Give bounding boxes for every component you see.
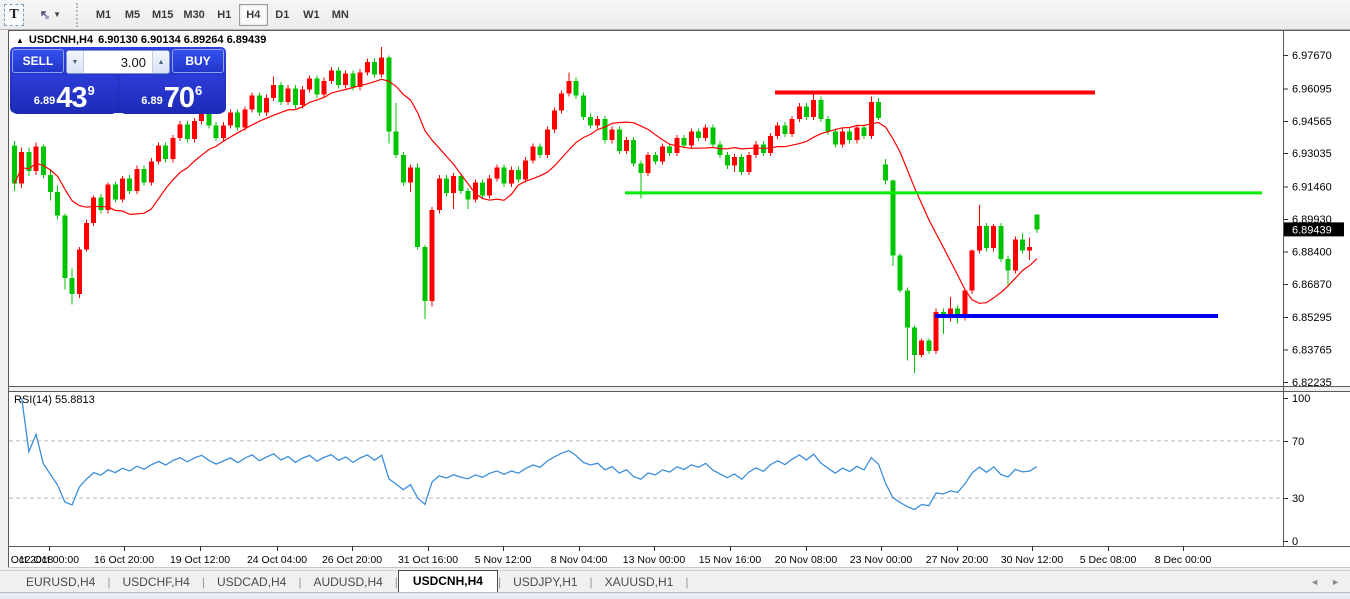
svg-text:0: 0 (1292, 536, 1298, 548)
timeframe-button-m30[interactable]: M30 (178, 4, 209, 26)
timeframe-button-h4[interactable]: H4 (239, 4, 268, 26)
bid-price-button[interactable]: 6.89 43 9 (12, 75, 117, 114)
svg-text:31 Oct 16:00: 31 Oct 16:00 (398, 554, 458, 566)
svg-text:20 Nov 08:00: 20 Nov 08:00 (775, 554, 838, 566)
chart-tab-usdcad-h4[interactable]: USDCAD,H4 (205, 572, 298, 593)
svg-text:27 Nov 20:00: 27 Nov 20:00 (926, 554, 989, 566)
text-tool-button[interactable]: T (4, 4, 24, 26)
arrows-icon (39, 7, 51, 23)
rsi-label: RSI(14) 55.8813 (14, 394, 95, 406)
chart-tab-xauusd-h1[interactable]: XAUUSD,H1 (593, 572, 686, 593)
svg-text:6.86870: 6.86870 (1292, 279, 1332, 291)
svg-text:23 Nov 00:00: 23 Nov 00:00 (850, 554, 913, 566)
svg-text:6.89439: 6.89439 (1292, 224, 1332, 236)
chart-tab-usdcnh-h4[interactable]: USDCNH,H4 (398, 570, 498, 593)
chart-tab-audusd-h4[interactable]: AUDUSD,H4 (301, 572, 394, 593)
symbol-name: USDCNH,H4 (29, 34, 93, 46)
svg-text:6.82235: 6.82235 (1292, 377, 1332, 389)
timeframe-button-m15[interactable]: M15 (147, 4, 178, 26)
svg-text:6.91460: 6.91460 (1292, 182, 1332, 194)
svg-text:13 Nov 00:00: 13 Nov 00:00 (623, 554, 686, 566)
timeframe-button-d1[interactable]: D1 (268, 4, 297, 26)
svg-text:24 Oct 04:00: 24 Oct 04:00 (247, 554, 307, 566)
sell-button[interactable]: SELL (12, 49, 64, 73)
chart-tab-usdchf-h4[interactable]: USDCHF,H4 (110, 572, 201, 593)
svg-text:8 Nov 04:00: 8 Nov 04:00 (551, 554, 608, 566)
caret-down-icon: ▼ (53, 10, 61, 19)
chart-tab-eurusd-h4[interactable]: EURUSD,H4 (14, 572, 107, 593)
timeframe-button-w1[interactable]: W1 (297, 4, 326, 26)
toolbar-grip[interactable] (76, 3, 83, 27)
svg-text:5 Dec 08:00: 5 Dec 08:00 (1080, 554, 1137, 566)
svg-text:6.88400: 6.88400 (1292, 246, 1332, 258)
svg-text:6.96095: 6.96095 (1292, 83, 1332, 95)
timeframe-button-m5[interactable]: M5 (118, 4, 147, 26)
volume-increase-button[interactable]: ▲ (152, 51, 169, 73)
collapse-triangle-icon[interactable]: ▲ (16, 36, 24, 45)
volume-decrease-button[interactable]: ▼ (67, 51, 84, 73)
svg-text:6.93035: 6.93035 (1292, 148, 1332, 160)
svg-text:16 Oct 20:00: 16 Oct 20:00 (94, 554, 154, 566)
volume-input[interactable] (84, 55, 152, 70)
ask-price-small: 6.89 (141, 95, 162, 107)
svg-text:100: 100 (1292, 393, 1310, 405)
tab-separator: | (685, 575, 688, 593)
bid-price-small: 6.89 (34, 95, 55, 107)
volume-spinner: ▼ ▲ (66, 50, 170, 74)
ask-price-button[interactable]: 6.89 70 6 (120, 75, 225, 114)
svg-text:70: 70 (1292, 436, 1304, 448)
svg-text:6.94565: 6.94565 (1292, 116, 1332, 128)
tab-scroll-right-icon[interactable]: ► (1331, 577, 1340, 587)
svg-text:12 Oct 00:00: 12 Oct 00:00 (19, 554, 79, 566)
bid-price-sup: 9 (87, 83, 94, 98)
chart-tab-usdjpy-h1[interactable]: USDJPY,H1 (501, 572, 589, 593)
svg-text:30 Nov 12:00: 30 Nov 12:00 (1001, 554, 1064, 566)
one-click-trading-panel: SELL ▼ ▲ BUY 6.89 43 9 6.89 70 6 (10, 47, 226, 113)
svg-text:19 Oct 12:00: 19 Oct 12:00 (170, 554, 230, 566)
timeframe-button-mn[interactable]: MN (326, 4, 355, 26)
symbol-ohlc: 6.90130 6.90134 6.89264 6.89439 (98, 34, 266, 46)
ask-price-sup: 6 (195, 83, 202, 98)
svg-text:6.85295: 6.85295 (1292, 312, 1332, 324)
timeframe-button-m1[interactable]: M1 (89, 4, 118, 26)
arrows-tool-button[interactable]: ▼ (32, 4, 68, 26)
toolbar: T ▼ M1M5M15M30H1H4D1W1MN (0, 0, 1350, 30)
symbol-header: ▲ USDCNH,H4 6.90130 6.90134 6.89264 6.89… (16, 34, 266, 46)
svg-text:6.97670: 6.97670 (1292, 50, 1332, 62)
buy-button[interactable]: BUY (172, 49, 224, 73)
svg-text:5 Nov 12:00: 5 Nov 12:00 (475, 554, 532, 566)
svg-text:8 Dec 00:00: 8 Dec 00:00 (1155, 554, 1212, 566)
ask-price-big: 70 (164, 85, 194, 111)
bid-price-big: 43 (56, 85, 86, 111)
timeframe-toolbar: M1M5M15M30H1H4D1W1MN (89, 4, 355, 26)
chart-tab-bar: EURUSD,H4|USDCHF,H4|USDCAD,H4|AUDUSD,H4|… (0, 570, 1350, 593)
trading-terminal-window: T ▼ M1M5M15M30H1H4D1W1MN 6.97670 6.96095 6… (0, 0, 1350, 599)
timeframe-button-h1[interactable]: H1 (210, 4, 239, 26)
tab-scroll-left-icon[interactable]: ◄ (1310, 577, 1319, 587)
svg-text:6.83765: 6.83765 (1292, 345, 1332, 357)
svg-text:15 Nov 16:00: 15 Nov 16:00 (699, 554, 762, 566)
status-bar (0, 592, 1350, 599)
svg-text:26 Oct 20:00: 26 Oct 20:00 (322, 554, 382, 566)
svg-text:30: 30 (1292, 493, 1304, 505)
